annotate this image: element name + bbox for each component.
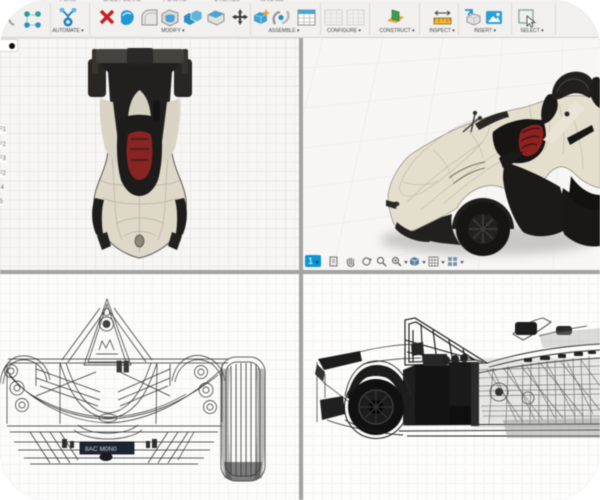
svg-text:8AC M0N0: 8AC M0N0 — [85, 446, 117, 453]
